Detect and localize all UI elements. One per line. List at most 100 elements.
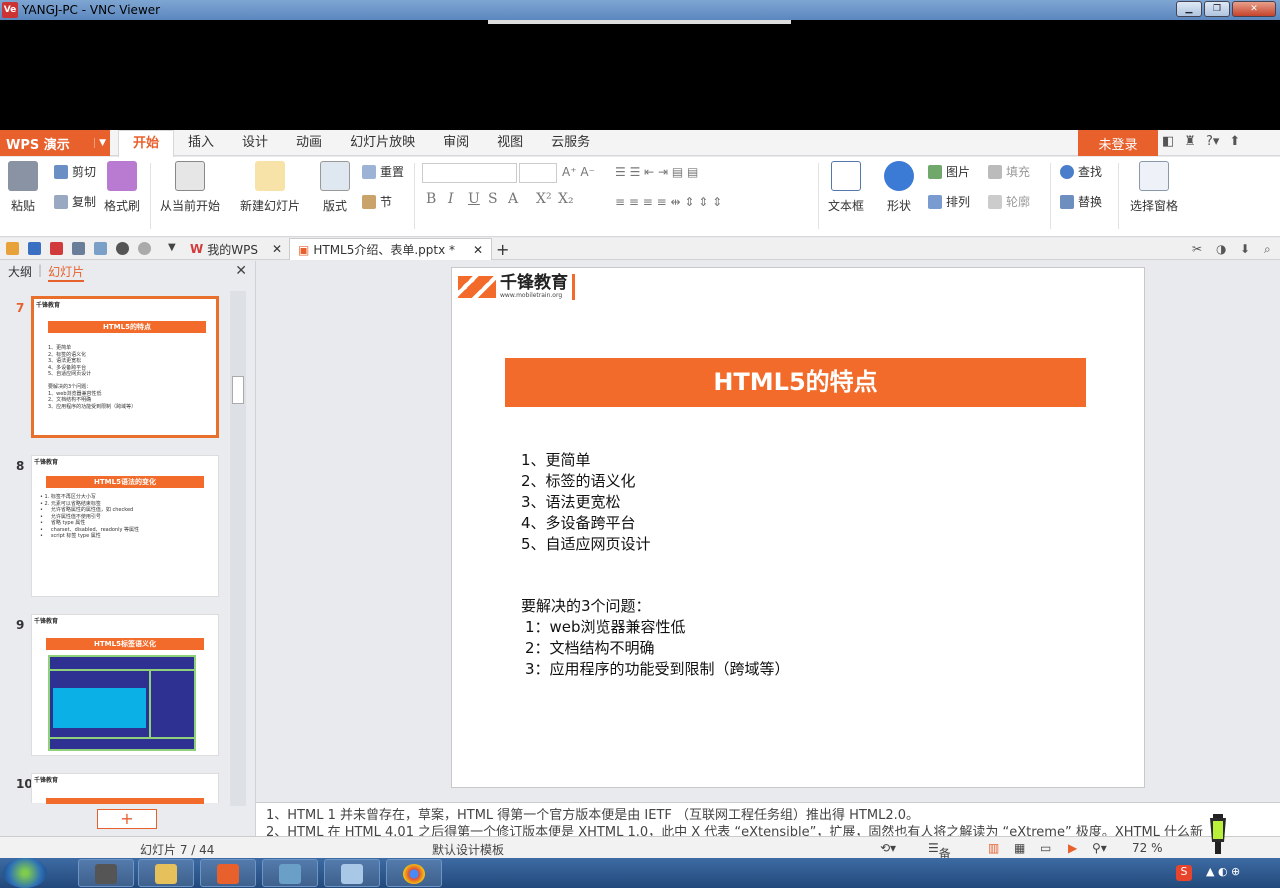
slide-sorter-icon[interactable]: ▦	[1014, 841, 1025, 855]
panel-scrollbar[interactable]	[230, 291, 246, 806]
skin-icon[interactable]: ◧	[1162, 134, 1174, 149]
tray-icons[interactable]: ▲ ◐ ⊕	[1206, 865, 1240, 878]
notes-toggle[interactable]: ☰ 备注	[928, 841, 951, 878]
reading-view-icon[interactable]: ▭	[1040, 841, 1051, 855]
wps-menu-button[interactable]: WPS 演示 ▼	[0, 130, 110, 156]
add-slide-button[interactable]: +	[97, 809, 157, 829]
from-current-button[interactable]: 从当前开始	[160, 161, 220, 214]
start-button[interactable]	[3, 858, 47, 888]
notes-pane[interactable]: 1、HTML 1 并未曾存在，草案，HTML 得第一个官方版本便是由 IETF …	[256, 802, 1280, 836]
history-icon[interactable]: ⟲▾	[880, 841, 896, 855]
tab-outline[interactable]: 大纲	[8, 263, 32, 282]
chevron-down-icon[interactable]: ▼	[168, 242, 181, 255]
layout-button[interactable]: 版式	[320, 161, 350, 214]
help-icon[interactable]: ?▾	[1206, 134, 1219, 149]
taskbar-app-explorer[interactable]	[138, 859, 194, 887]
undo-icon[interactable]	[116, 242, 129, 255]
preview-icon[interactable]	[94, 242, 107, 255]
replace-button[interactable]: 替换	[1060, 193, 1102, 210]
normal-view-icon[interactable]: ▥	[988, 841, 999, 855]
feature-list[interactable]: 1、更简单 2、标签的语义化 3、语法更宽松 4、多设备跨平台 5、自适应网页设…	[521, 450, 651, 555]
tab-slides[interactable]: 幻灯片	[48, 263, 85, 282]
collapse-ribbon-icon[interactable]: ⬆	[1229, 134, 1240, 149]
tab-slideshow[interactable]: 幻灯片放映	[336, 130, 429, 156]
slide-thumbnail[interactable]: 千锋教育 HTML5的特点 1、更简单 2、标签的语义化 3、语法更宽松 4、多…	[31, 296, 219, 438]
section-button[interactable]: 节	[362, 193, 392, 210]
sogou-ime-icon[interactable]: S	[1176, 865, 1192, 881]
tab-design[interactable]: 设计	[228, 130, 282, 156]
align-left-icon[interactable]: ≡ ≡ ≡ ≡ ⇹ ⇕ ⇕ ⇕	[615, 195, 722, 209]
lamp-widget-icon[interactable]	[1204, 812, 1232, 856]
selection-pane-button[interactable]: 选择窗格	[1130, 161, 1178, 214]
superscript-icon[interactable]: X²	[536, 191, 552, 207]
tab-view[interactable]: 视图	[483, 130, 537, 156]
taskbar-app-viewer[interactable]	[262, 859, 318, 887]
tab-my-wps[interactable]: W 我的WPS ✕	[190, 238, 282, 260]
problem-list[interactable]: 要解决的3个问题： 1：web浏览器兼容性低 2：文档结构不明确 3：应用程序的…	[521, 596, 790, 680]
textbox-button[interactable]: 文本框	[828, 161, 864, 214]
slide-thumbnail[interactable]: 千锋教育 HTML5标签语义化	[31, 614, 219, 756]
taskbar-app-notes[interactable]	[324, 859, 380, 887]
close-button[interactable]: ✕	[1232, 1, 1276, 17]
tab-review[interactable]: 审阅	[429, 130, 483, 156]
tab-cloud[interactable]: 云服务	[537, 130, 604, 156]
minimize-button[interactable]: ▁	[1176, 1, 1202, 17]
maximize-button[interactable]: ❐	[1204, 1, 1230, 17]
tab-insert[interactable]: 插入	[174, 130, 228, 156]
shape-button[interactable]: 形状	[884, 161, 914, 214]
tab-animation[interactable]: 动画	[282, 130, 336, 156]
bold-icon[interactable]: B	[426, 191, 436, 207]
slide-thumbnail[interactable]: 千锋教育 HTML5语法的变化 • 1. 标签不再区分大小写 • 2. 元素可以…	[31, 455, 219, 597]
font-grow-icon[interactable]: A⁺ A⁻	[562, 165, 595, 179]
font-name-select[interactable]	[422, 163, 517, 183]
close-icon[interactable]: ✕	[235, 263, 247, 279]
cut-button[interactable]: 剪切	[54, 163, 96, 180]
vnc-toolbar-handle[interactable]	[488, 20, 791, 24]
subscript-icon[interactable]: X₂	[558, 191, 574, 207]
search-icon[interactable]: ⌕	[1264, 242, 1277, 256]
pin-icon[interactable]: ✂	[1192, 242, 1205, 256]
template-name[interactable]: 默认设计模板	[432, 841, 504, 858]
outline-button[interactable]: 轮廓	[988, 193, 1030, 210]
taskbar-app-wps[interactable]	[200, 859, 256, 887]
slideshow-icon[interactable]: ▶	[1068, 841, 1077, 855]
taskbar-app-terminal[interactable]	[78, 859, 134, 887]
scroll-thumb[interactable]	[232, 376, 244, 404]
picture-button[interactable]: 图片	[928, 163, 970, 180]
slide-canvas[interactable]: 千锋教育 www.mobiletrain.org HTML5的特点 1、更简单 …	[451, 267, 1145, 788]
save-icon[interactable]	[28, 242, 41, 255]
tab-start[interactable]: 开始	[118, 130, 175, 157]
format-painter-button[interactable]: 格式刷	[104, 161, 140, 214]
close-icon[interactable]: ✕	[473, 243, 483, 257]
pdf-icon[interactable]	[50, 242, 63, 255]
font-color-icon[interactable]: A	[508, 191, 518, 207]
open-icon[interactable]	[6, 242, 19, 255]
fill-button[interactable]: 填充	[988, 163, 1030, 180]
bullet-list-icon[interactable]: ☰ ☰ ⇤ ⇥ ▤ ▤	[615, 165, 698, 179]
shirt-icon[interactable]: ♜	[1184, 134, 1196, 149]
italic-icon[interactable]: I	[448, 191, 454, 207]
redo-icon[interactable]	[138, 242, 151, 255]
location-icon[interactable]: ⚲▾	[1092, 841, 1107, 855]
font-size-select[interactable]	[519, 163, 557, 183]
slide-title[interactable]: HTML5的特点	[505, 358, 1086, 407]
skin-toggle-icon[interactable]: ◑	[1216, 242, 1229, 256]
shadow-icon[interactable]: S	[488, 191, 498, 207]
underline-icon[interactable]: U	[468, 191, 480, 207]
arrange-button[interactable]: 排列	[928, 193, 970, 210]
find-button[interactable]: 查找	[1060, 163, 1102, 180]
new-slide-button[interactable]: 新建幻灯片	[240, 161, 300, 214]
close-icon[interactable]: ✕	[272, 242, 282, 256]
new-tab-icon[interactable]: +	[496, 238, 509, 260]
arrow-icon[interactable]: ⬇	[1240, 242, 1253, 256]
chevron-down-icon[interactable]: ▼	[94, 138, 106, 148]
print-icon[interactable]	[72, 242, 85, 255]
slide-thumbnail[interactable]: 千锋教育	[31, 773, 219, 804]
reset-button[interactable]: 重置	[362, 163, 404, 180]
copy-button[interactable]: 复制	[54, 193, 96, 210]
tab-document[interactable]: ▣ HTML5介绍、表单.pptx * ✕	[289, 238, 493, 260]
zoom-level[interactable]: 72 %	[1132, 841, 1163, 855]
taskbar-app-chrome[interactable]	[386, 859, 442, 887]
login-button[interactable]: 未登录	[1078, 130, 1158, 156]
paste-button[interactable]: 粘贴	[8, 161, 38, 214]
